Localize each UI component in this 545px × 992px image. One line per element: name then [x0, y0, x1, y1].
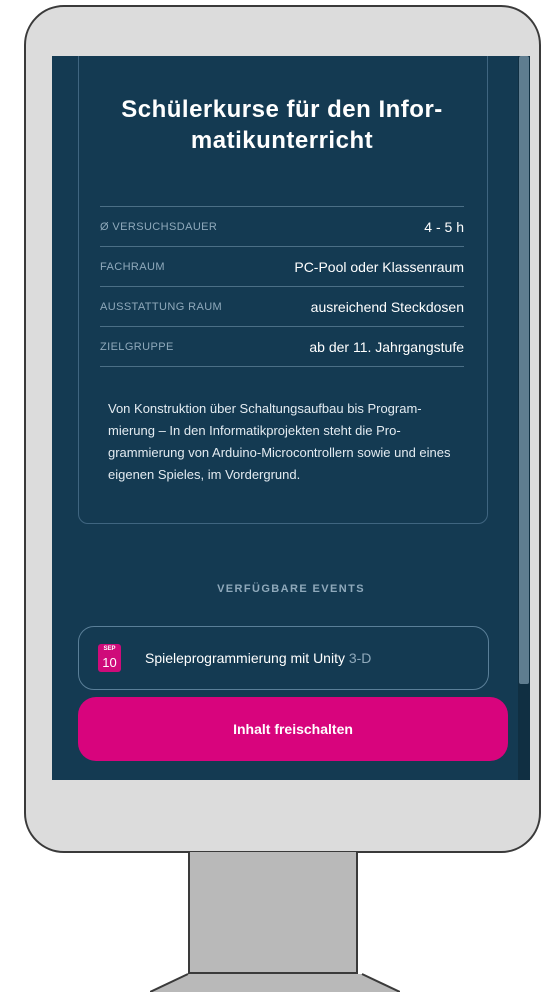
date-month: SEP	[103, 646, 116, 652]
scrollbar-thumb[interactable]	[519, 56, 529, 684]
kiosk-screen: Schülerkurse für den Infor-matikunterric…	[52, 56, 530, 780]
course-description: Von Konstruktion über Schaltungsaufbau b…	[108, 401, 451, 482]
detail-label: Ø VERSUCHSDAUER	[100, 220, 218, 233]
events-heading: VERFÜGBARE EVENTS	[217, 583, 365, 595]
calendar-date-badge: SEP 10	[98, 644, 121, 672]
detail-label: FACHRAUM	[100, 260, 165, 273]
detail-row-target-group: ZIELGRUPPE ab der 11. Jahrgangstufe	[100, 327, 464, 367]
event-item[interactable]: SEP 10 Spieleprogrammierung mit Unity 3-…	[78, 626, 489, 690]
course-title: Schülerkurse für den Infor-matikunterric…	[121, 96, 443, 154]
detail-value: 4 - 5 h	[424, 218, 464, 235]
event-title: Spieleprogrammierung mit Unity	[145, 650, 345, 666]
detail-row-equipment: AUSSTATTUNG RAUM ausreichend Steckdosen	[100, 287, 464, 327]
detail-value: ausreichend Steckdosen	[310, 298, 464, 315]
detail-value: ab der 11. Jahrgangstufe	[309, 338, 464, 355]
detail-row-room: FACHRAUM PC-Pool oder Klassenraum	[100, 247, 464, 287]
scrollbar[interactable]	[518, 56, 530, 780]
detail-label: AUSSTATTUNG RAUM	[100, 300, 223, 313]
course-details-table: Ø VERSUCHSDAUER 4 - 5 h FACHRAUM PC-Pool…	[100, 206, 464, 367]
kiosk-stand-base	[150, 973, 400, 992]
detail-row-duration: Ø VERSUCHSDAUER 4 - 5 h	[100, 207, 464, 247]
date-day: 10	[102, 655, 117, 670]
event-title-suffix: 3-D	[348, 650, 372, 666]
unlock-content-button[interactable]: Inhalt freischalten	[78, 697, 508, 761]
detail-value: PC-Pool oder Klassenraum	[294, 258, 464, 275]
event-title-wrapper: Spieleprogrammierung mit Unity 3-D	[145, 650, 371, 666]
detail-label: ZIELGRUPPE	[100, 340, 174, 353]
